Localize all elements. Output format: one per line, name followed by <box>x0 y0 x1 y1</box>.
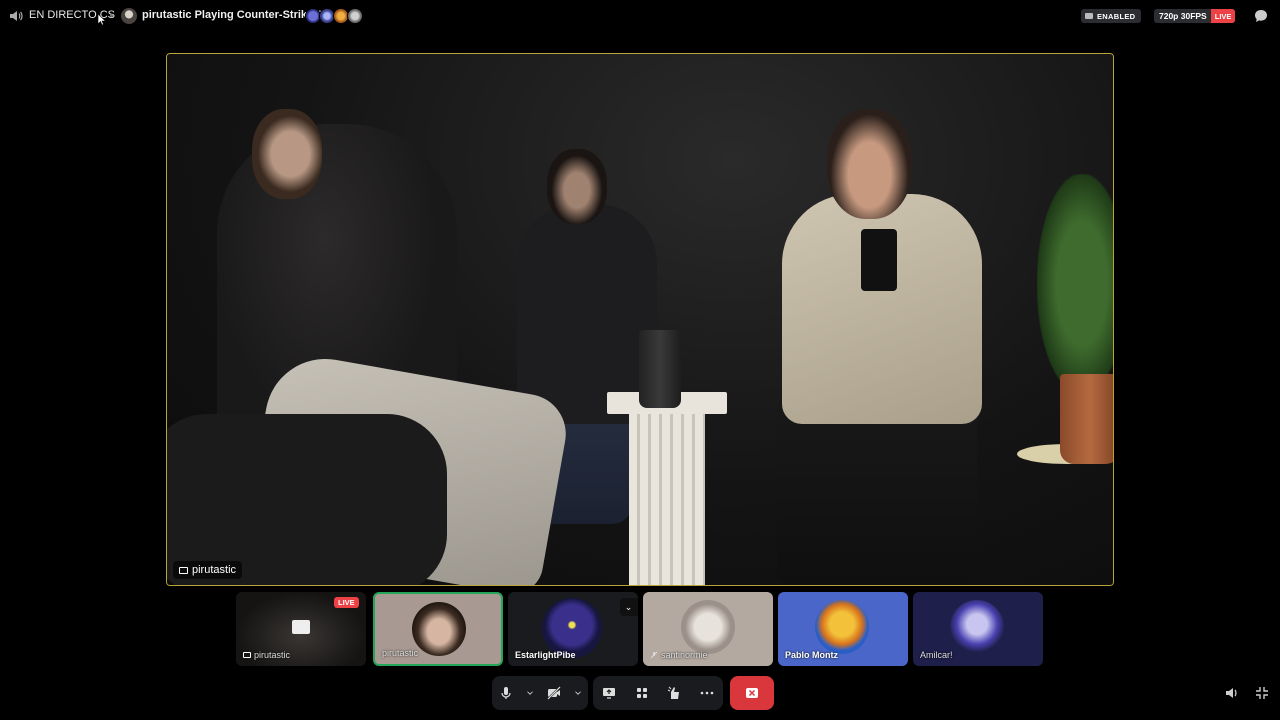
stream-owner-label: pirutastic <box>192 564 237 576</box>
screen-share-icon <box>179 566 188 574</box>
volume-icon[interactable] <box>1224 685 1240 701</box>
quality-label: 720p 30FPS <box>1159 11 1207 21</box>
avatar <box>681 600 735 654</box>
mouse-cursor-icon <box>98 14 106 26</box>
participant-tile-estarlightpibe[interactable]: ⌄ 👥 EstarlightPibe <box>508 592 638 666</box>
tile-name: pirutastic <box>243 650 290 660</box>
participant-tile-pirutastic[interactable]: pirutastic <box>373 592 503 666</box>
live-badge: LIVE <box>334 597 359 608</box>
cup <box>639 330 681 408</box>
avatar <box>412 602 466 656</box>
mug <box>861 229 897 291</box>
plant-pot <box>1060 374 1113 464</box>
soundboard-icon[interactable] <box>666 685 682 701</box>
person-center <box>517 204 657 424</box>
leave-call-icon <box>746 688 758 698</box>
avatar <box>815 600 869 654</box>
person-center-head <box>547 149 607 224</box>
chevron-down-icon[interactable] <box>573 685 583 701</box>
activities-icon[interactable] <box>634 685 650 701</box>
tile-name: santinormie <box>650 650 708 660</box>
hidden-participants-toggle[interactable]: ⌄ 👥 <box>620 598 638 616</box>
microphone-icon[interactable] <box>498 685 514 701</box>
leave-call-button[interactable] <box>730 676 774 710</box>
audio-video-controls <box>492 676 588 710</box>
muted-mic-icon <box>650 651 658 659</box>
screen-share-icon[interactable] <box>601 685 617 701</box>
activity-status[interactable]: pirutastic Playing Counter-Strike 2 <box>142 9 322 21</box>
participant-tile-amilcar[interactable]: Amilcar! <box>913 592 1043 666</box>
chat-icon[interactable] <box>1254 9 1268 23</box>
separator-dot <box>110 14 113 17</box>
main-stream-view[interactable]: pirutastic <box>166 53 1114 586</box>
chevron-down-icon[interactable] <box>525 685 535 701</box>
tile-name: pirutastic <box>382 648 419 658</box>
live-badge: LIVE <box>1210 9 1236 23</box>
camera-enabled-badge[interactable]: ENABLED <box>1081 9 1142 23</box>
more-icon[interactable] <box>699 685 715 701</box>
screen-icon <box>292 620 310 634</box>
call-actions <box>593 676 723 710</box>
plant <box>1037 174 1113 394</box>
tile-name: Pablo Montz <box>785 650 838 660</box>
tile-name-text: santinormie <box>661 650 708 660</box>
enabled-label: ENABLED <box>1097 11 1136 21</box>
pedestal-column <box>629 412 705 585</box>
participant-avatars[interactable] <box>305 8 363 24</box>
participant-tile-stream[interactable]: LIVE pirutastic <box>236 592 366 666</box>
host-avatar[interactable] <box>121 8 137 24</box>
tile-name: Amilcar! <box>920 650 953 660</box>
participant-tile-santinormie[interactable]: santinormie <box>643 592 773 666</box>
camera-off-icon[interactable] <box>546 685 562 701</box>
avatar <box>542 598 602 658</box>
stream-name-tag: pirutastic <box>173 561 243 579</box>
avatar <box>347 8 363 24</box>
participant-tile-pablo-montz[interactable]: Pablo Montz <box>778 592 908 666</box>
tile-name: EstarlightPibe <box>515 650 576 660</box>
stream-quality-badge[interactable]: 720p 30FPS LIVE <box>1154 9 1236 23</box>
person-left-head <box>252 109 322 199</box>
call-header: EN DIRECTO CS pirutastic Playing Counter… <box>0 0 1280 32</box>
exit-fullscreen-icon[interactable] <box>1254 685 1270 701</box>
camera-icon <box>1085 13 1093 19</box>
volume-icon[interactable] <box>9 9 23 23</box>
screen-share-icon <box>243 652 251 658</box>
chevron-down-icon: ⌄ <box>624 601 633 612</box>
tile-name-text: pirutastic <box>254 650 291 660</box>
pedestal <box>607 392 727 585</box>
avatar <box>950 600 1004 654</box>
person-right-head <box>827 109 912 219</box>
